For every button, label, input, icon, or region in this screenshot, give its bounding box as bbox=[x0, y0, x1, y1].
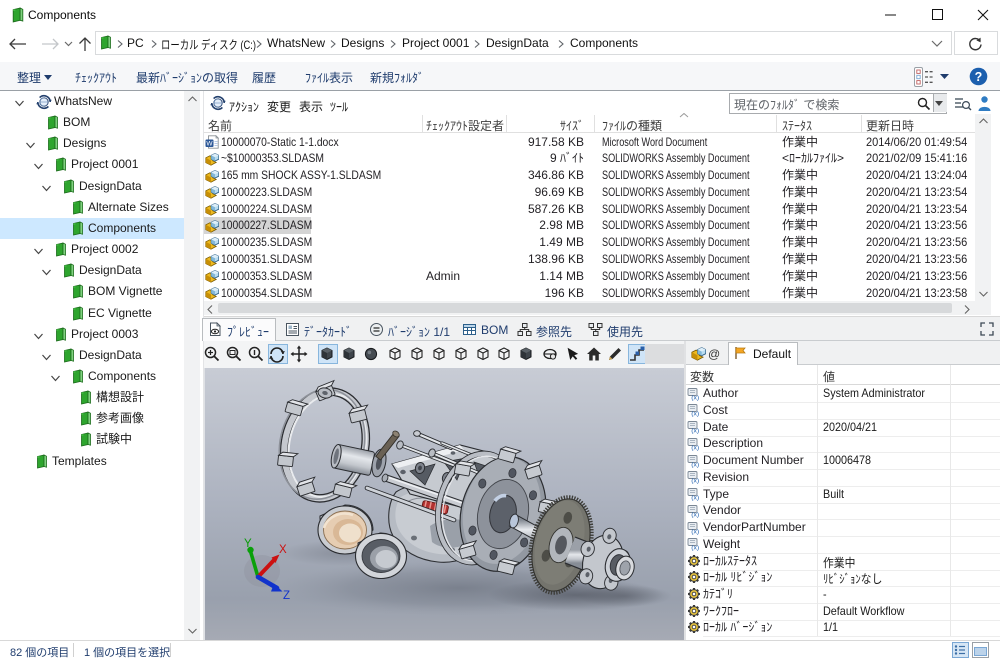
svg-text:Z: Z bbox=[283, 590, 290, 602]
svg-text:X: X bbox=[279, 544, 287, 556]
svg-text:?: ? bbox=[975, 70, 983, 84]
svg-text:Y: Y bbox=[244, 538, 252, 550]
